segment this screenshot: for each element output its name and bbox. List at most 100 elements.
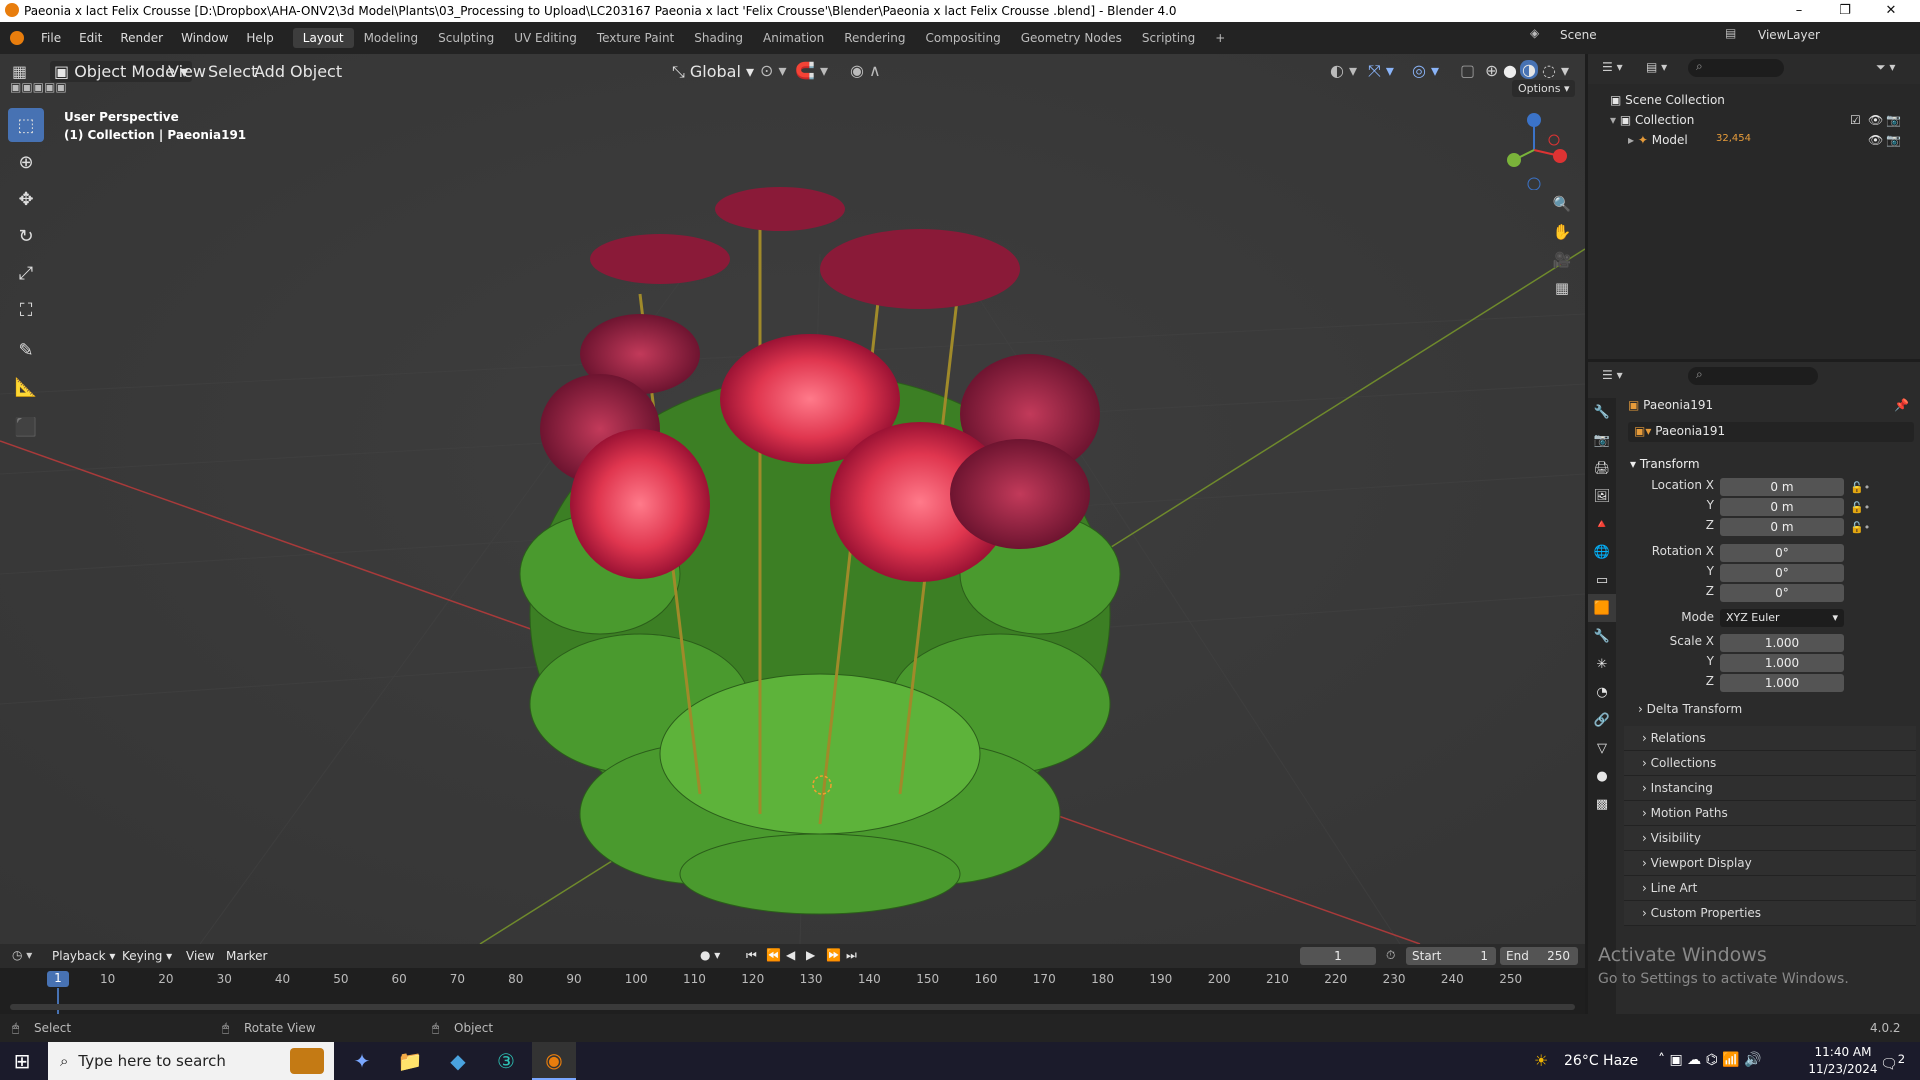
keying-menu[interactable]: Keying ▾	[122, 949, 172, 963]
collection-checkbox[interactable]: ☑	[1850, 113, 1861, 127]
line-art-panel-header[interactable]: › Line Art	[1624, 876, 1916, 901]
rotation-z-field[interactable]: 0°	[1720, 584, 1844, 602]
output-tab-icon[interactable]: 🖨	[1588, 454, 1616, 482]
play-reverse-icon[interactable]: ◀	[786, 948, 795, 962]
menu-window[interactable]: Window	[172, 31, 237, 45]
rotation-mode-select[interactable]: XYZ Euler ▾	[1720, 609, 1844, 627]
constraints-tab-icon[interactable]: 🔗	[1588, 706, 1616, 734]
select-mode-buttons[interactable]: ▣▣▣▣▣	[10, 80, 67, 94]
scene-collection-row[interactable]: ▣ Scene Collection	[1610, 93, 1725, 107]
location-x-field[interactable]: 0 m	[1720, 478, 1844, 496]
play-icon[interactable]: ▶	[806, 948, 815, 962]
collection-visibility-eye-icon[interactable]: 👁	[1868, 113, 1883, 127]
visibility-panel-header[interactable]: › Visibility	[1624, 826, 1916, 851]
viewlayer-selector[interactable]: ViewLayer	[1758, 28, 1820, 42]
world-tab-icon[interactable]: 🌐	[1588, 538, 1616, 566]
model-render-camera-icon[interactable]: 📷	[1886, 133, 1901, 147]
annotate-tool-icon[interactable]: ✎	[8, 333, 44, 367]
scale-x-field[interactable]: 1.000	[1720, 634, 1844, 652]
app-3-icon[interactable]: ③	[484, 1042, 528, 1080]
transform-tool-icon[interactable]: ⛶	[8, 293, 44, 327]
tab-sculpting[interactable]: Sculpting	[428, 28, 504, 48]
collection-tab-icon[interactable]: ▭	[1588, 566, 1616, 594]
motion-paths-panel-header[interactable]: › Motion Paths	[1624, 801, 1916, 826]
tray-icons[interactable]: ˄ ▣ ☁ ⌬ 📶 🔊	[1658, 1052, 1762, 1068]
scale-y-field[interactable]: 1.000	[1720, 654, 1844, 672]
relations-panel-header[interactable]: › Relations	[1624, 726, 1916, 751]
outliner-editor-icon[interactable]: ☰ ▾	[1602, 60, 1623, 74]
tab-shading[interactable]: Shading	[684, 28, 753, 48]
solid-shading-icon[interactable]: ●	[1503, 61, 1517, 80]
scale-tool-icon[interactable]: ⤢	[8, 256, 44, 290]
add-menu[interactable]: Add	[254, 62, 285, 81]
auto-keying-icon[interactable]: ● ▾	[700, 948, 720, 962]
physics-tab-icon[interactable]: ◔	[1588, 678, 1616, 706]
copilot-icon[interactable]: ✦	[340, 1042, 384, 1080]
tab-rendering[interactable]: Rendering	[834, 28, 915, 48]
view-menu[interactable]: View	[168, 62, 206, 81]
rotate-tool-icon[interactable]: ↻	[8, 219, 44, 253]
material-shading-icon[interactable]: ◑	[1520, 60, 1538, 79]
collections-panel-header[interactable]: › Collections	[1624, 751, 1916, 776]
camera-view-icon[interactable]: 🎥	[1548, 246, 1576, 274]
data-tab-icon[interactable]: ▽	[1588, 734, 1616, 762]
blender-menu-icon[interactable]	[10, 31, 24, 45]
select-box-tool-icon[interactable]: ⬚	[8, 108, 44, 142]
file-explorer-icon[interactable]: 📁	[388, 1042, 432, 1080]
properties-editor-icon[interactable]: ☰ ▾	[1602, 368, 1623, 382]
view-layer-tab-icon[interactable]: 🖼	[1588, 482, 1616, 510]
windows-start-icon[interactable]: ⊞	[0, 1042, 44, 1080]
collection-row[interactable]: ▾ ▣ Collection ☑ 👁 📷	[1610, 113, 1910, 127]
editor-type-icon[interactable]: ▦	[12, 62, 27, 81]
overlays-toggle-icon[interactable]: ◎ ▾	[1412, 61, 1439, 80]
tab-texture-paint[interactable]: Texture Paint	[587, 28, 684, 48]
texture-tab-icon[interactable]: ▩	[1588, 790, 1616, 818]
tab-compositing[interactable]: Compositing	[915, 28, 1010, 48]
tab-geometry-nodes[interactable]: Geometry Nodes	[1011, 28, 1132, 48]
modifiers-tab-icon[interactable]: 🔧	[1588, 622, 1616, 650]
weather-text[interactable]: 26°C Haze	[1564, 1053, 1638, 1069]
marker-menu[interactable]: Marker	[226, 949, 267, 963]
current-frame-field[interactable]: 1	[1300, 947, 1376, 965]
ortho-grid-icon[interactable]: ▦	[1548, 274, 1576, 302]
sketchup-icon[interactable]: ◆	[436, 1042, 480, 1080]
gizmo-toggle-icon[interactable]: ⤧ ▾	[1368, 61, 1394, 81]
blender-taskbar-icon[interactable]: ◉	[532, 1042, 576, 1080]
orientation-selector[interactable]: ⤡ Global ▾	[672, 62, 754, 82]
end-frame-field[interactable]: End 250	[1500, 947, 1578, 965]
cursor-tool-icon[interactable]: ⊕	[8, 145, 44, 179]
object-datablock-field[interactable]: ▣▾ Paeonia191	[1628, 422, 1914, 442]
tool-tab-icon[interactable]: 🔧	[1588, 398, 1616, 426]
maximize-button[interactable]: ❐	[1822, 0, 1868, 22]
custom-properties-panel-header[interactable]: › Custom Properties	[1624, 901, 1916, 926]
model-visibility-eye-icon[interactable]: 👁	[1868, 133, 1883, 147]
scene-tab-icon[interactable]: 🔺	[1588, 510, 1616, 538]
pivot-icon[interactable]: ⊙ ▾	[760, 61, 787, 80]
start-frame-field[interactable]: Start 1	[1406, 947, 1496, 965]
model-row[interactable]: ▸ ✦ Model 32,454 👁 📷	[1628, 133, 1910, 147]
proportional-edit-icon[interactable]: ◉ ∧	[850, 61, 881, 80]
scale-z-field[interactable]: 1.000	[1720, 674, 1844, 692]
pin-icon[interactable]: 📌	[1894, 398, 1909, 412]
tab-uv-editing[interactable]: UV Editing	[504, 28, 587, 48]
location-z-field[interactable]: 0 m	[1720, 518, 1844, 536]
expand-arrow-icon[interactable]: ▾	[1610, 113, 1620, 127]
visibility-icon[interactable]: ◐ ▾	[1330, 61, 1357, 80]
render-tab-icon[interactable]: 📷	[1588, 426, 1616, 454]
tab-layout[interactable]: Layout	[292, 28, 354, 48]
transform-panel-header[interactable]: ▾ Transform	[1624, 452, 1916, 476]
timer-icon[interactable]: ⏱	[1386, 948, 1395, 963]
menu-help[interactable]: Help	[237, 31, 282, 45]
object-menu[interactable]: Object	[290, 62, 342, 81]
add-workspace-button[interactable]: +	[1205, 28, 1235, 48]
clock-date[interactable]: 11/23/2024	[1808, 1062, 1878, 1076]
measure-tool-icon[interactable]: 📐	[8, 370, 44, 404]
particles-tab-icon[interactable]: ✳	[1588, 650, 1616, 678]
snap-icon[interactable]: 🧲 ▾	[795, 61, 828, 80]
options-dropdown[interactable]: Options ▾	[1512, 80, 1576, 97]
expand-arrow-icon[interactable]: ▸	[1628, 133, 1638, 147]
weather-icon[interactable]: ☀	[1534, 1051, 1548, 1070]
move-tool-icon[interactable]: ✥	[8, 182, 44, 216]
outliner-search-input[interactable]: ⌕	[1688, 59, 1784, 77]
display-mode-icon[interactable]: ▤ ▾	[1646, 60, 1667, 74]
